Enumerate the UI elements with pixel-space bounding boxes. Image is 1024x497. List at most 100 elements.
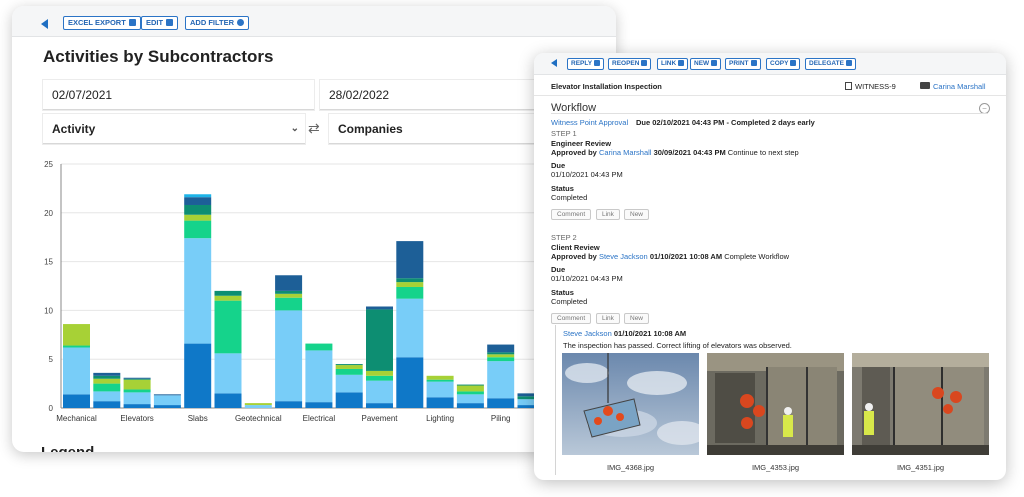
bar-segment[interactable] bbox=[244, 405, 272, 408]
bar-segment[interactable] bbox=[123, 389, 151, 393]
bar-segment[interactable] bbox=[366, 380, 393, 404]
print-button[interactable]: PRINT bbox=[725, 58, 761, 70]
bar-segment[interactable] bbox=[426, 397, 454, 408]
bar-segment[interactable] bbox=[396, 286, 424, 299]
step1-comment-button[interactable]: Comment bbox=[551, 209, 592, 220]
bar-segment[interactable] bbox=[366, 306, 393, 310]
bar-segment[interactable] bbox=[487, 344, 515, 353]
bar-segment[interactable] bbox=[93, 375, 121, 379]
bar-segment[interactable] bbox=[214, 290, 242, 296]
excel-export-button[interactable]: EXCEL EXPORT bbox=[63, 16, 141, 30]
bar-segment[interactable] bbox=[426, 375, 454, 380]
comment-author[interactable]: Steve Jackson bbox=[563, 329, 612, 338]
bar-segment[interactable] bbox=[456, 394, 484, 404]
bar-segment[interactable] bbox=[93, 391, 121, 402]
bar-segment[interactable] bbox=[487, 398, 515, 408]
bar-segment[interactable] bbox=[487, 361, 515, 399]
bar-segment[interactable] bbox=[487, 352, 515, 355]
bar-segment[interactable] bbox=[184, 214, 212, 221]
step2-new-button[interactable]: New bbox=[624, 313, 650, 324]
photo-thumbnail-2[interactable] bbox=[707, 353, 844, 455]
bar-segment[interactable] bbox=[184, 204, 212, 215]
bar-segment[interactable] bbox=[456, 403, 484, 408]
bar-segment[interactable] bbox=[63, 345, 90, 348]
link-button[interactable]: LINK bbox=[657, 58, 689, 70]
bar-segment[interactable] bbox=[335, 364, 363, 366]
reopen-button[interactable]: REOPEN bbox=[608, 58, 652, 70]
step2-link-button[interactable]: Link bbox=[596, 313, 620, 324]
bar-segment[interactable] bbox=[426, 381, 454, 398]
bar-segment[interactable] bbox=[335, 368, 363, 375]
bar-segment[interactable] bbox=[123, 378, 151, 380]
bar-segment[interactable] bbox=[366, 370, 393, 376]
bar-segment[interactable] bbox=[214, 300, 242, 354]
photo-thumbnail-3[interactable] bbox=[852, 353, 989, 455]
bar-segment[interactable] bbox=[214, 353, 242, 394]
reply-button[interactable]: REPLY bbox=[567, 58, 605, 70]
bar-segment[interactable] bbox=[275, 290, 303, 294]
bar-segment[interactable] bbox=[275, 310, 303, 402]
bar-segment[interactable] bbox=[184, 238, 212, 344]
bar-segment[interactable] bbox=[396, 278, 424, 283]
bar-segment[interactable] bbox=[93, 401, 121, 408]
step2-approver[interactable]: Steve Jackson bbox=[599, 252, 648, 261]
bar-segment[interactable] bbox=[396, 298, 424, 358]
bar-segment[interactable] bbox=[93, 383, 121, 392]
bar-segment[interactable] bbox=[244, 403, 272, 406]
bar-segment[interactable] bbox=[456, 385, 484, 392]
bar-segment[interactable] bbox=[335, 392, 363, 408]
step1-approver[interactable]: Carina Marshall bbox=[599, 148, 652, 157]
bar-segment[interactable] bbox=[214, 393, 242, 408]
bar-segment[interactable] bbox=[396, 357, 424, 408]
bar-segment[interactable] bbox=[396, 241, 424, 279]
bar-segment[interactable] bbox=[487, 354, 515, 358]
step2-comment-button[interactable]: Comment bbox=[551, 313, 592, 324]
approval-link[interactable]: Witness Point Approval bbox=[551, 118, 628, 127]
step1-link-button[interactable]: Link bbox=[596, 209, 620, 220]
bar-segment[interactable] bbox=[275, 297, 303, 311]
bar-segment[interactable] bbox=[487, 357, 515, 362]
bar-segment[interactable] bbox=[426, 379, 454, 382]
bar-segment[interactable] bbox=[93, 378, 121, 384]
photo-thumbnail-1[interactable] bbox=[562, 353, 699, 455]
activity-select[interactable]: Activity ⌄ bbox=[43, 114, 305, 144]
bar-segment[interactable] bbox=[184, 194, 212, 198]
bar-segment[interactable] bbox=[123, 379, 151, 390]
bar-segment[interactable] bbox=[184, 220, 212, 239]
bar-segment[interactable] bbox=[456, 391, 484, 395]
bar-segment[interactable] bbox=[335, 365, 363, 369]
add-filter-button[interactable]: ADD FILTER bbox=[185, 16, 250, 30]
bar-segment[interactable] bbox=[153, 395, 181, 406]
bar-segment[interactable] bbox=[275, 401, 303, 408]
bar-segment[interactable] bbox=[93, 372, 121, 376]
bar-segment[interactable] bbox=[305, 402, 333, 408]
new-button[interactable]: NEW bbox=[690, 58, 722, 70]
bar-segment[interactable] bbox=[123, 404, 151, 408]
bar-segment[interactable] bbox=[184, 197, 212, 205]
copy-button[interactable]: COPY bbox=[766, 58, 801, 70]
bar-segment[interactable] bbox=[153, 394, 181, 396]
bar-segment[interactable] bbox=[63, 394, 90, 408]
bar-segment[interactable] bbox=[275, 293, 303, 298]
bar-segment[interactable] bbox=[305, 343, 333, 351]
bar-segment[interactable] bbox=[456, 384, 484, 386]
date-from-field[interactable]: 02/07/2021 bbox=[43, 80, 314, 110]
bar-segment[interactable] bbox=[366, 403, 393, 408]
edit-button[interactable]: EDIT bbox=[141, 16, 179, 30]
bar-segment[interactable] bbox=[335, 374, 363, 393]
bar-segment[interactable] bbox=[305, 350, 333, 403]
swap-icon[interactable]: ⇄ bbox=[308, 120, 320, 137]
bar-segment[interactable] bbox=[366, 375, 393, 381]
back-arrow-icon[interactable] bbox=[551, 59, 557, 67]
bar-segment[interactable] bbox=[123, 377, 151, 379]
bar-segment[interactable] bbox=[63, 347, 90, 395]
bar-segment[interactable] bbox=[214, 295, 242, 301]
bar-segment[interactable] bbox=[63, 324, 90, 346]
assigned-user-link[interactable]: Carina Marshall bbox=[933, 82, 986, 91]
delegate-button[interactable]: DELEGATE bbox=[805, 58, 856, 70]
step1-new-button[interactable]: New bbox=[624, 209, 650, 220]
bar-segment[interactable] bbox=[366, 309, 393, 371]
bar-segment[interactable] bbox=[275, 275, 303, 291]
back-arrow-icon[interactable] bbox=[41, 19, 48, 29]
bar-segment[interactable] bbox=[184, 343, 212, 408]
